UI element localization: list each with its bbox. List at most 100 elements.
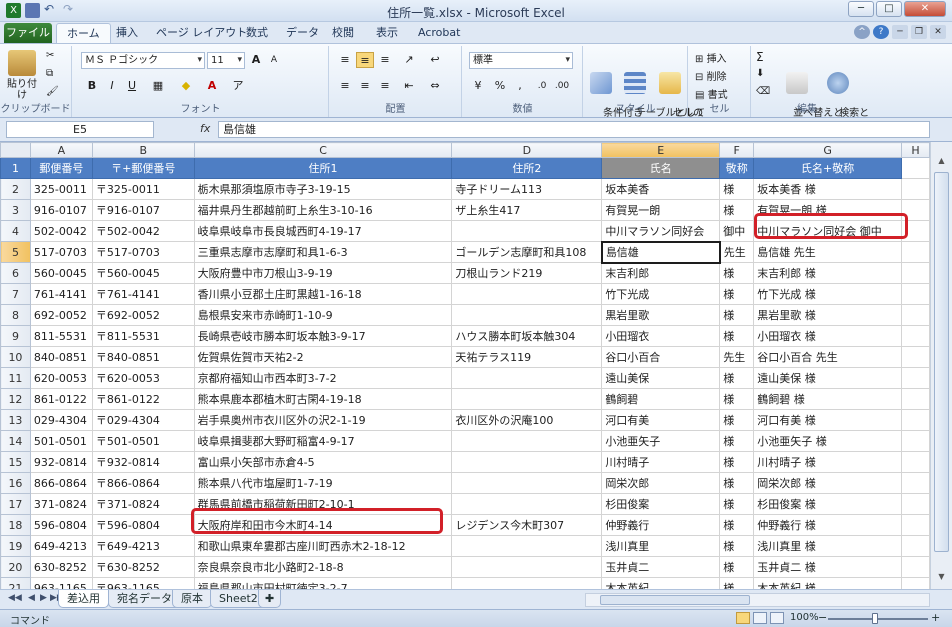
row-header[interactable]: 3 [0,199,31,221]
copy-icon[interactable]: ⧉ [46,68,53,79]
cell[interactable]: 仲野義行 [601,514,721,536]
fill-color-icon[interactable]: ◆ [177,78,195,94]
empty-cell[interactable] [901,577,930,589]
zoom-in-icon[interactable]: + [931,611,940,624]
cell[interactable]: レジデンス今木町307 [451,514,603,536]
cell[interactable]: 〒916-0107 [91,199,195,221]
empty-cell[interactable] [901,283,930,305]
page-break-view-icon[interactable] [770,612,784,624]
cell[interactable]: 木本英紀 [601,577,721,589]
empty-cell[interactable] [901,346,930,368]
cell[interactable]: 様 [719,535,755,557]
cell[interactable]: 島根県安来市赤崎町1-10-9 [193,304,453,326]
help-icon[interactable]: ? [873,25,889,39]
name-box[interactable]: E5 [6,121,154,138]
cell[interactable]: 501-0501 [29,430,93,452]
paste-button[interactable]: 貼り付け [4,50,40,101]
vertical-scrollbar[interactable]: ▲ ▼ [930,142,952,589]
row-header[interactable]: 1 [0,157,31,179]
tab-acrobat[interactable]: Acrobat [408,23,470,43]
cell[interactable]: 様 [719,409,755,431]
delete-cells-button[interactable]: ⊟ 削除 [695,68,727,83]
insert-sheet-icon[interactable]: ✚ [258,590,282,608]
cell[interactable]: 〒371-0824 [91,493,195,515]
font-size-select[interactable]: 11 [207,52,245,69]
cell[interactable]: 木本英紀 様 [753,577,903,589]
cell[interactable]: 黒岩里歌 様 [753,304,903,326]
cell[interactable]: 島信雄 [600,240,721,264]
cell[interactable]: 〒517-0703 [91,241,195,263]
cell[interactable]: 有賀晃一朗 [601,199,721,221]
empty-cell[interactable] [901,304,930,326]
empty-cell[interactable] [901,220,930,242]
cell[interactable]: 様 [719,514,755,536]
row-header[interactable]: 15 [0,451,31,473]
cell[interactable] [451,283,603,305]
cell[interactable]: ザ上糸生417 [451,199,603,221]
orientation-icon[interactable]: ↗ [400,52,418,68]
empty-cell[interactable] [901,409,930,431]
number-format-select[interactable]: 標準 [469,52,573,69]
cell[interactable]: 様 [719,388,755,410]
horizontal-scroll-thumb[interactable] [600,595,750,605]
cell[interactable]: 916-0107 [29,199,93,221]
cell[interactable]: 仲野義行 様 [753,514,903,536]
cell[interactable] [451,451,603,473]
doc-restore-icon[interactable]: ❐ [911,25,927,39]
header-cell[interactable]: 敬称 [719,157,755,179]
empty-cell[interactable] [901,367,930,389]
cell[interactable]: 中川マラソン同好会 [601,220,721,242]
cell[interactable]: 様 [719,262,755,284]
cell[interactable]: 小池亜矢子 様 [753,430,903,452]
column-header-c[interactable]: C [193,142,453,158]
row-header[interactable]: 4 [0,220,31,242]
indent-icon[interactable]: ⇤ [400,78,418,94]
cell[interactable]: 様 [719,577,755,589]
cell[interactable]: 河口有美 [601,409,721,431]
cell[interactable]: 517-0703 [29,241,93,263]
align-bottom-icon[interactable]: ≡ [376,52,394,68]
cell[interactable]: 天祐テラス119 [451,346,603,368]
insert-cells-button[interactable]: ⊞ 挿入 [695,50,727,65]
cell[interactable]: 黒岩里歌 [601,304,721,326]
cell[interactable]: 遠山美保 様 [753,367,903,389]
cell[interactable]: 坂本美香 [601,178,721,200]
cell[interactable]: 様 [719,178,755,200]
cell[interactable]: 様 [719,367,755,389]
cell[interactable]: ハウス勝本町坂本触304 [451,325,603,347]
row-header[interactable]: 18 [0,514,31,536]
row-header[interactable]: 2 [0,178,31,200]
empty-cell[interactable] [901,325,930,347]
cell[interactable]: 様 [719,451,755,473]
cell[interactable]: 京都府福知山市西本町3-7-2 [193,367,453,389]
empty-cell[interactable] [901,556,930,578]
cell[interactable] [451,388,603,410]
cell[interactable] [451,556,603,578]
empty-cell[interactable] [901,262,930,284]
empty-cell[interactable] [901,178,930,200]
merge-center-icon[interactable]: ⇔ [426,78,444,94]
row-header[interactable]: 12 [0,388,31,410]
cell[interactable] [451,304,603,326]
column-header-e[interactable]: E [601,142,721,158]
cell[interactable]: 衣川区外の沢庵100 [451,409,603,431]
cell[interactable] [451,430,603,452]
cell[interactable]: 鶴飼碧 様 [753,388,903,410]
empty-cell[interactable] [901,514,930,536]
empty-cell[interactable] [901,199,930,221]
row-header[interactable]: 5 [0,241,31,263]
cell[interactable]: 有賀晃一朗 様 [753,199,903,221]
cell[interactable]: 福島県郡山市田村町徳定3-2-7 [193,577,453,589]
cell[interactable]: 840-0851 [29,346,93,368]
cell[interactable]: 竹下光成 様 [753,283,903,305]
cell[interactable]: 692-0052 [29,304,93,326]
cell[interactable]: 〒840-0851 [91,346,195,368]
row-header[interactable]: 20 [0,556,31,578]
column-header-b[interactable]: B [91,142,195,158]
maximize-button[interactable]: □ [876,1,902,17]
cell[interactable]: 様 [719,430,755,452]
scroll-up-icon[interactable]: ▲ [934,156,949,170]
cell[interactable]: 〒596-0804 [91,514,195,536]
cell[interactable]: 〒861-0122 [91,388,195,410]
cell[interactable]: 玉井貞二 様 [753,556,903,578]
